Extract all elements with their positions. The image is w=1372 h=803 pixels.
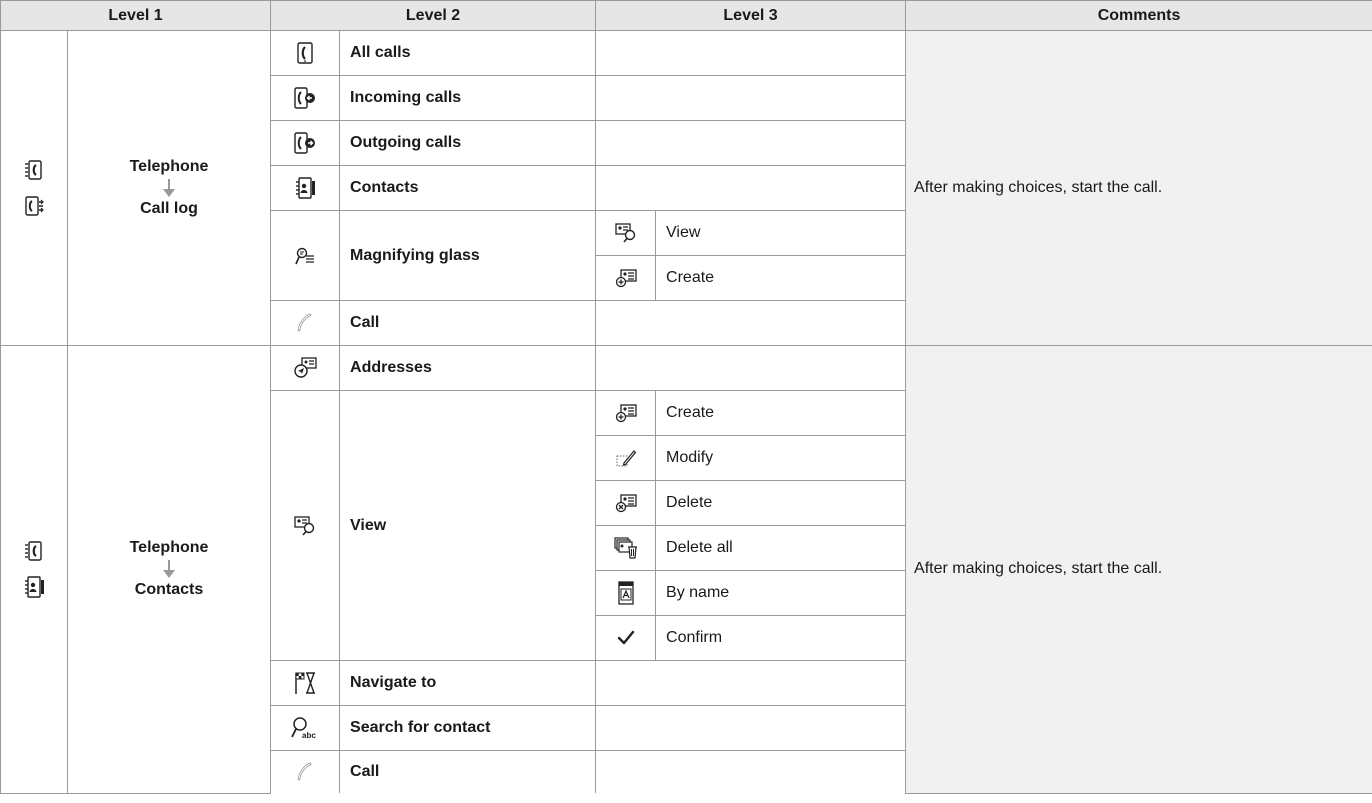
delete-contact-icon bbox=[595, 480, 657, 526]
level2-search-for-contact[interactable]: Search for contact bbox=[339, 705, 597, 751]
level3-empty-cell bbox=[595, 345, 907, 391]
level2-call[interactable]: Call bbox=[339, 300, 597, 346]
level3-view[interactable]: View bbox=[655, 210, 907, 256]
table-row: Telephone Contacts Addresses After makin… bbox=[0, 345, 1372, 794]
path-contacts: Contacts bbox=[134, 581, 204, 599]
header-comments: Comments bbox=[905, 0, 1372, 31]
level2-navigate-to[interactable]: Navigate to bbox=[339, 660, 597, 706]
create-contact-icon bbox=[595, 255, 657, 301]
comment-contacts: After making choices, start the call. bbox=[905, 345, 1372, 794]
level1-icons-call-log bbox=[0, 30, 68, 346]
level3-empty-cell bbox=[595, 660, 907, 706]
level3-empty-cell bbox=[595, 300, 907, 346]
delete-all-icon bbox=[595, 525, 657, 571]
view-contact-icon bbox=[595, 210, 657, 256]
level2-all-calls[interactable]: All calls bbox=[339, 30, 597, 76]
level2-contacts[interactable]: Contacts bbox=[339, 165, 597, 211]
level2-incoming-calls[interactable]: Incoming calls bbox=[339, 75, 597, 121]
search-contact-icon: abc bbox=[270, 705, 341, 751]
level2-view[interactable]: View bbox=[339, 390, 597, 661]
arrow-down-icon bbox=[163, 560, 175, 579]
view-contact-icon bbox=[270, 390, 341, 661]
navigate-flag-icon bbox=[270, 660, 341, 706]
level3-empty-cell bbox=[595, 30, 907, 76]
level3-create[interactable]: Create bbox=[655, 255, 907, 301]
header-level-2: Level 2 bbox=[270, 0, 597, 31]
level2-call[interactable]: Call bbox=[339, 750, 597, 793]
magnifying-glass-icon bbox=[270, 210, 341, 301]
menu-structure-table: Level 1 Level 2 Level 3 Comments Telepho… bbox=[0, 0, 1372, 794]
level2-addresses[interactable]: Addresses bbox=[339, 345, 597, 391]
level3-empty-cell bbox=[595, 705, 907, 751]
level3-empty-cell bbox=[595, 750, 907, 793]
level3-delete[interactable]: Delete bbox=[655, 480, 907, 526]
table-row: Telephone Call log All calls After makin… bbox=[0, 30, 1372, 346]
level3-by-name[interactable]: By name bbox=[655, 570, 907, 616]
path-call-log: Call log bbox=[140, 200, 198, 217]
level1-path-call-log: Telephone Call log bbox=[66, 30, 272, 346]
level3-confirm[interactable]: Confirm bbox=[655, 615, 907, 661]
addresses-icon bbox=[270, 345, 341, 391]
by-name-icon bbox=[595, 570, 657, 616]
call-log-icon bbox=[1, 195, 67, 217]
level3-modify[interactable]: Modify bbox=[655, 435, 907, 481]
level3-empty-cell bbox=[595, 165, 907, 211]
incoming-calls-icon bbox=[270, 75, 341, 121]
comment-call-log: After making choices, start the call. bbox=[905, 30, 1372, 346]
level1-path-contacts: Telephone Contacts bbox=[66, 345, 272, 794]
path-telephone: Telephone bbox=[129, 158, 209, 175]
contacts-icon bbox=[1, 576, 67, 598]
outgoing-calls-icon bbox=[270, 120, 341, 166]
create-contact-icon bbox=[595, 390, 657, 436]
level3-delete-all[interactable]: Delete all bbox=[655, 525, 907, 571]
all-calls-icon bbox=[270, 30, 341, 76]
level1-icons-contacts bbox=[0, 345, 68, 794]
checkmark-icon bbox=[595, 615, 657, 661]
contacts-icon bbox=[270, 165, 341, 211]
level3-create[interactable]: Create bbox=[655, 390, 907, 436]
header-level-3: Level 3 bbox=[595, 0, 907, 31]
level2-magnifying-glass[interactable]: Magnifying glass bbox=[339, 210, 597, 301]
svg-text:abc: abc bbox=[302, 731, 316, 740]
level2-outgoing-calls[interactable]: Outgoing calls bbox=[339, 120, 597, 166]
telephone-icon bbox=[1, 159, 67, 181]
level3-empty-cell bbox=[595, 75, 907, 121]
modify-icon bbox=[595, 435, 657, 481]
path-telephone: Telephone bbox=[129, 539, 209, 557]
handset-icon bbox=[270, 750, 341, 793]
arrow-down-icon bbox=[163, 179, 175, 197]
header-level-1: Level 1 bbox=[0, 0, 272, 31]
handset-icon bbox=[270, 300, 341, 346]
header-row: Level 1 Level 2 Level 3 Comments bbox=[0, 0, 1372, 31]
level3-empty-cell bbox=[595, 120, 907, 166]
telephone-icon bbox=[1, 540, 67, 562]
